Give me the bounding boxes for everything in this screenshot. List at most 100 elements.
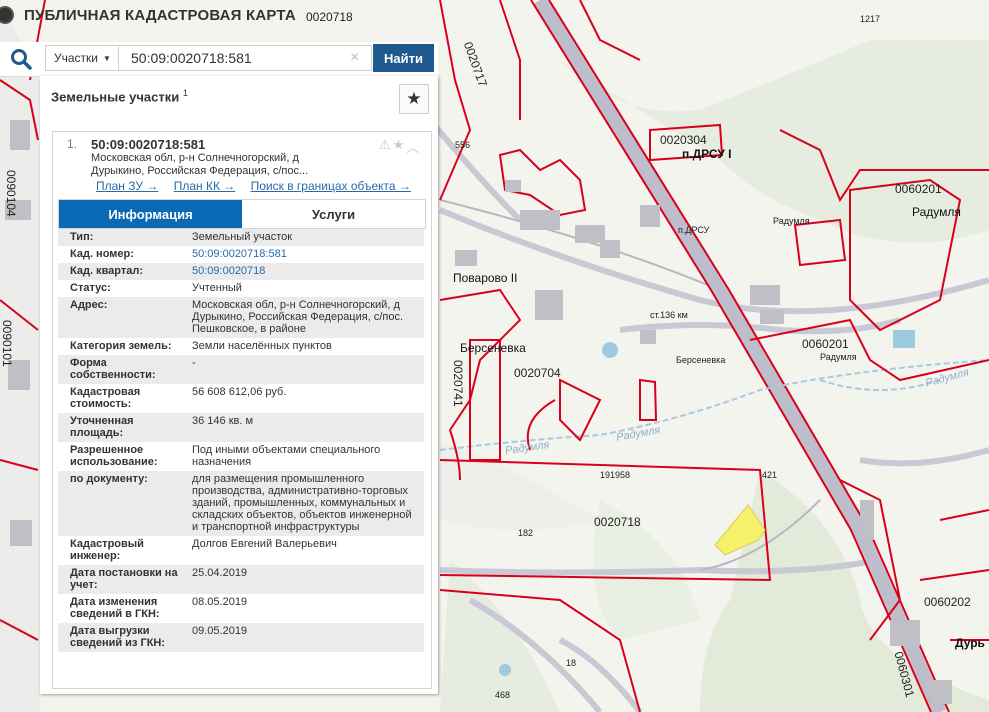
map-label-place: Радумля [912, 205, 961, 219]
links-row: План ЗУ → План КК → Поиск в границах объ… [96, 179, 423, 193]
result-cadastral-number[interactable]: 50:09:0020718:581 [91, 137, 205, 152]
map-label-parcel: 182 [518, 528, 534, 538]
tabs: Информация Услуги [58, 199, 426, 229]
result-index: 1. [67, 137, 78, 151]
field-label: Адрес: [58, 297, 182, 338]
map-label-quarter: 0060201 [802, 337, 849, 351]
favorites-button[interactable]: ★ [399, 84, 429, 114]
map-label-quarter: 0090104 [4, 170, 18, 217]
info-row: по документу: для размещения промышленног… [58, 471, 424, 536]
field-value: Земельный участок [182, 229, 424, 246]
map-label-settlement: Поварово II [453, 271, 518, 285]
field-value-link[interactable]: 50:09:0020718 [182, 263, 424, 280]
map-label-place: п.ДРСУ [678, 225, 710, 235]
field-value: 09.05.2019 [182, 623, 424, 652]
map-label-settlement: Берсеневка [460, 341, 526, 355]
card-actions: ⚠ ★ ︿ [379, 137, 419, 156]
clear-icon[interactable]: × [350, 49, 359, 67]
panel-title: Земельные участки 1 [51, 88, 188, 104]
map-label-quarter: 0020718 [594, 515, 641, 529]
field-value: 08.05.2019 [192, 596, 248, 608]
field-value-link[interactable]: 50:09:0020718:581 [182, 246, 424, 263]
result-card[interactable]: 1. 50:09:0020718:581 Московская обл, р-н… [52, 131, 432, 689]
map-label-quarter: 0060202 [924, 595, 971, 609]
info-row: Статус: Учтенный [58, 280, 424, 297]
info-row: Адрес: Московская обл, р-н Солнечногорски… [58, 297, 424, 338]
chevron-down-icon: ▼ [103, 53, 111, 63]
search-input[interactable]: 50:09:0020718:581 [119, 45, 372, 71]
app-header: ПУБЛИЧНАЯ КАДАСТРОВАЯ КАРТА [0, 0, 330, 30]
tab-services[interactable]: Услуги [242, 200, 425, 228]
map-label-settlement: п.ДРСУ I [682, 147, 732, 161]
results-count: 1 [182, 88, 188, 98]
field-value: - [182, 355, 424, 384]
info-row: Дата изменения сведений в ГКН: 08.05.2019 [58, 594, 424, 623]
info-row: Кад. квартал: 50:09:0020718 [58, 263, 424, 280]
info-row: Кадастровая стоимость: 56 608 612,06 руб. [58, 384, 424, 413]
info-table: Тип: Земельный участок Кад. номер: 50:09:0… [58, 229, 424, 652]
field-label: Дата выгрузки сведений из ГКН: [58, 623, 182, 652]
field-label: Дата постановки на учет: [58, 565, 182, 594]
find-button[interactable]: Найти [373, 44, 434, 72]
results-panel: Земельные участки 1 ★ 1. 50:09:0020718:5… [40, 76, 438, 694]
field-value: Под иными объектами специального назначе… [192, 444, 381, 468]
panel-title-text: Земельные участки [51, 89, 180, 105]
globe-logo-icon [0, 6, 14, 24]
map-label-parcel: 421 [762, 470, 778, 480]
map-label-quarter: 0020741 [451, 360, 465, 407]
field-value: 25.04.2019 [182, 565, 424, 594]
field-label: Кад. квартал: [58, 263, 182, 280]
info-row: Форма собственности: - [58, 355, 424, 384]
field-label: по документу: [58, 471, 182, 536]
field-label: Разрешенное использование: [70, 444, 158, 468]
map-label-parcel: 191958 [600, 470, 631, 480]
map-label-parcel: 18 [566, 658, 577, 668]
info-row: Дата выгрузки сведений из ГКН: 09.05.2019 [58, 623, 424, 652]
field-value: Долгов Евгений Валерьевич [192, 538, 337, 550]
field-value: 36 146 кв. м [182, 413, 424, 442]
map-label-place: Радумля [773, 216, 810, 226]
search-type-label: Участки [54, 51, 98, 65]
map-label-station: Берсеневка [676, 355, 726, 365]
map-label-quarter: 0020304 [660, 133, 707, 147]
link-search-in-bounds[interactable]: Поиск в границах объекта → [251, 179, 411, 193]
field-label: Кад. номер: [70, 248, 134, 260]
field-value: Московская обл, р-н Солнечногорский, д Д… [182, 297, 424, 338]
field-value: для размещения промышленного производств… [182, 471, 424, 536]
map-label-parcel: 468 [495, 690, 511, 700]
map-label-quarter: 0090101 [0, 320, 14, 367]
info-row: Разрешенное использование: Под иными объе… [58, 442, 424, 471]
map-label-parcel: 1217 [860, 14, 881, 24]
star-icon: ★ [406, 89, 422, 108]
field-label: Форма собственности: [58, 355, 182, 384]
info-row: Категория земель: Земли населённых пункто… [58, 338, 424, 355]
map-label-settlement: Дурь [955, 636, 985, 650]
link-plan-kk[interactable]: План КК → [174, 179, 236, 193]
field-label: Уточненная площадь: [58, 413, 182, 442]
info-row: Кадастровый инженер: Долгов Евгений Валер… [58, 536, 424, 565]
info-row: Уточненная площадь: 36 146 кв. м [58, 413, 424, 442]
field-label: Кадастровый инженер: [70, 538, 144, 562]
collapse-icon[interactable]: ︿ [406, 137, 419, 156]
map-label-parcel: 556 [455, 140, 471, 150]
search-icon[interactable] [10, 48, 32, 70]
tab-information[interactable]: Информация [59, 200, 242, 228]
result-address: Московская обл, р-н Солнечногорский, д Д… [91, 152, 309, 177]
field-label: Дата изменения сведений в ГКН: [70, 596, 160, 620]
field-value: Учтенный [192, 282, 242, 294]
warning-icon[interactable]: ⚠ [379, 137, 391, 156]
link-plan-zu[interactable]: План ЗУ → [96, 179, 158, 193]
field-label: Статус: [70, 282, 111, 294]
star-icon[interactable]: ★ [393, 137, 405, 156]
map-label-station: ст.136 км [650, 310, 688, 320]
map-label-quarter: 0020704 [514, 366, 561, 380]
field-value: Земли населённых пунктов [192, 340, 332, 352]
app-title: ПУБЛИЧНАЯ КАДАСТРОВАЯ КАРТА [24, 6, 296, 24]
field-label: Тип: [58, 229, 182, 246]
map-label-place: Радумля [820, 352, 857, 362]
info-row: Тип: Земельный участок [58, 229, 424, 246]
field-label: Кадастровая стоимость: [70, 386, 141, 410]
search-type-select[interactable]: Участки ▼ [45, 45, 119, 71]
field-label: Категория земель: [70, 340, 172, 352]
map-label-quarter: 0060201 [895, 182, 942, 196]
